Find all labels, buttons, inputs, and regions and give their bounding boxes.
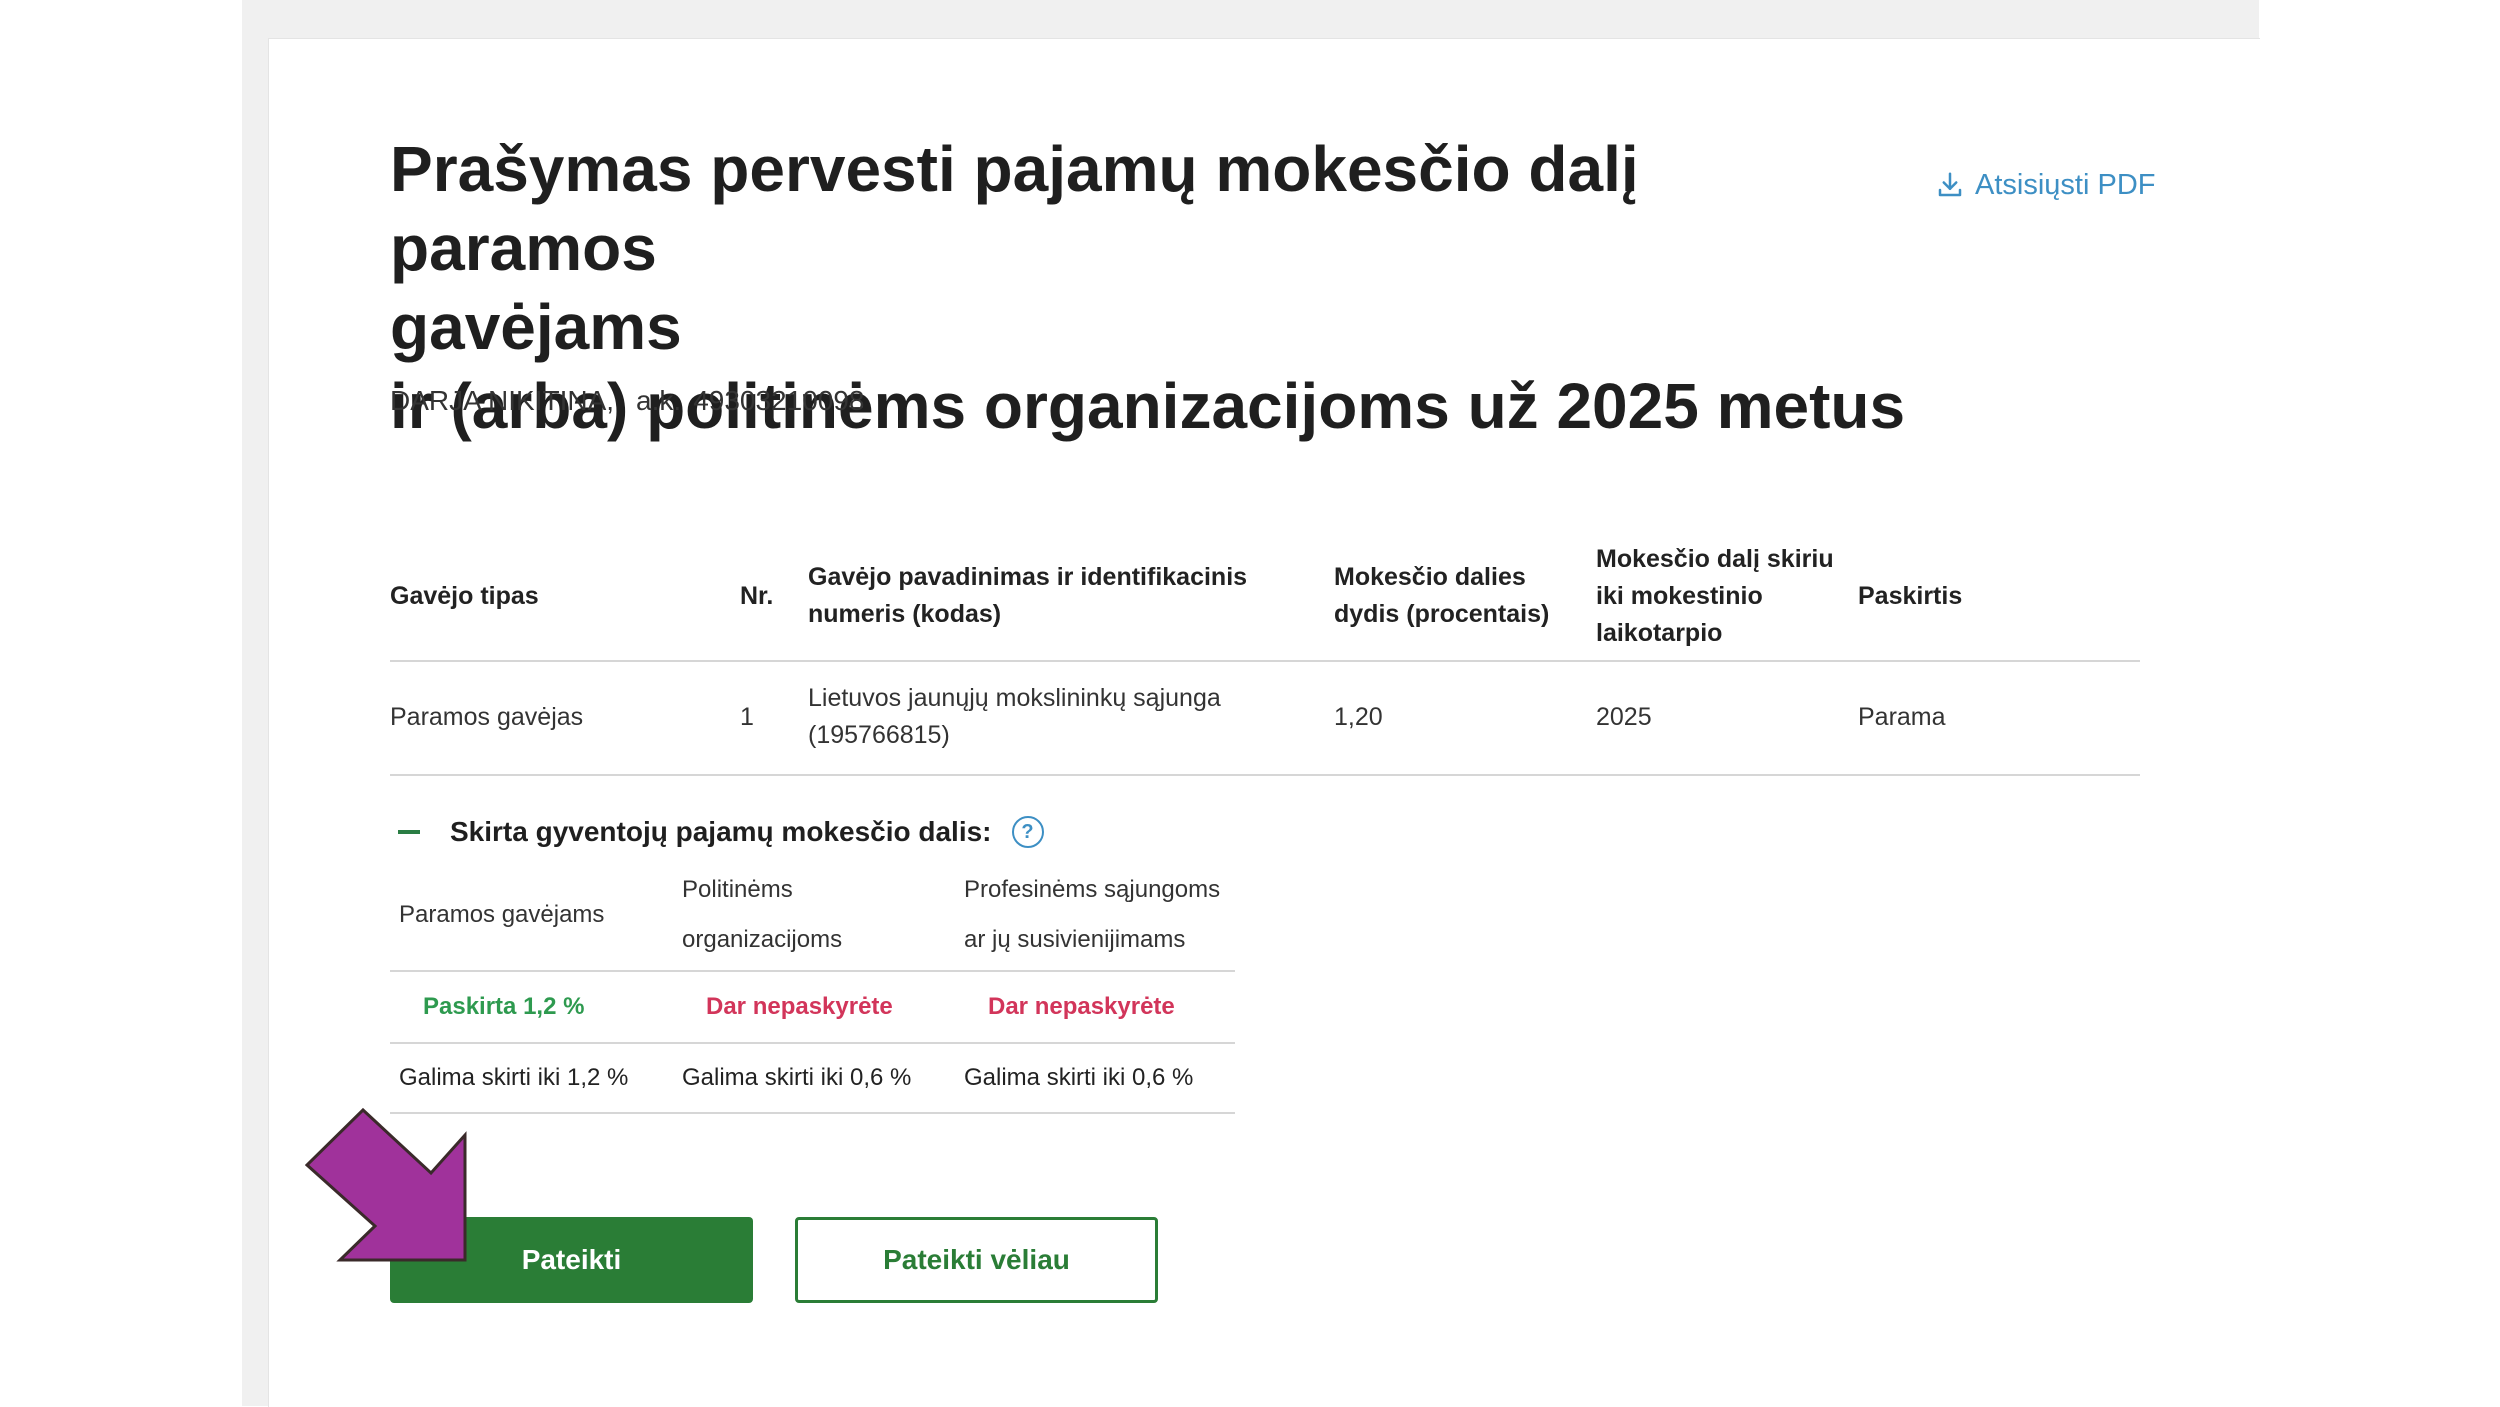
title-line-1: Prašymas pervesti pajamų mokesčio dalį p… [390, 133, 1639, 284]
summary-col-unions: Profesinėms sąjungoms ar jų susivienijim… [964, 876, 1221, 953]
column-header-number: Nr. [740, 581, 774, 610]
summary-col-recipients: Paramos gavėjams [399, 901, 605, 928]
column-header-recipient-name: Gavėjo pavadinimas ir identifikacinis nu… [808, 563, 1248, 628]
cell-recipient-name: Lietuvos jaunųjų mokslininkų sąjunga (19… [808, 684, 1221, 749]
person-name: DARJA NIKITINA, [390, 385, 615, 416]
cell-period: 2025 [1596, 702, 1652, 731]
limit-political: Galima skirti iki 0,6 % [682, 1064, 912, 1091]
limit-recipients: Galima skirti iki 1,2 % [399, 1064, 629, 1091]
cell-recipient-type: Paramos gavėjas [390, 702, 584, 731]
cell-purpose: Parama [1858, 702, 1946, 731]
summary-status-row: Paskirta 1,2 % Dar nepaskyrėte Dar nepas… [390, 972, 1235, 1044]
summary-col-political: Politinėms organizacijoms [682, 876, 843, 953]
status-unions: Dar nepaskyrėte [988, 993, 1175, 1020]
cell-percentage: 1,20 [1334, 702, 1383, 731]
person-code-label: a.k. [636, 385, 682, 416]
annotation-arrow-icon [305, 1107, 467, 1262]
table-header: Gavėjo tipas Nr. Gavėjo pavadinimas ir i… [390, 532, 2140, 662]
person-info: DARJA NIKITINA, a.k. 49303210098 [390, 385, 864, 417]
summary-title: Skirta gyventojų pajamų mokesčio dalis: [450, 816, 992, 847]
cell-number: 1 [740, 702, 754, 731]
summary-header-row: Paramos gavėjams Politinėms organizacijo… [390, 860, 1235, 972]
person-code: 49303210098 [693, 385, 865, 416]
column-header-purpose: Paskirtis [1858, 581, 1963, 610]
submit-later-button[interactable]: Pateikti vėliau [795, 1217, 1158, 1303]
status-recipients: Paskirta 1,2 % [423, 993, 585, 1020]
minus-icon[interactable] [398, 830, 420, 834]
column-header-period: Mokesčio dalį skiriu iki mokestinio laik… [1596, 544, 1834, 647]
status-political: Dar nepaskyrėte [706, 993, 893, 1020]
summary-limit-row: Galima skirti iki 1,2 % Galima skirti ik… [390, 1044, 1235, 1114]
limit-unions: Galima skirti iki 0,6 % [964, 1064, 1194, 1091]
download-pdf-link[interactable]: Atsisiųsti PDF [1935, 165, 2155, 205]
column-header-percentage: Mokesčio dalies dydis (procentais) [1334, 563, 1550, 628]
column-header-recipient-type: Gavėjo tipas [390, 581, 539, 610]
table-row: Paramos gavėjas 1 Lietuvos jaunųjų moksl… [390, 660, 2140, 776]
download-icon [1938, 172, 1962, 197]
download-pdf-label: Atsisiųsti PDF [1975, 168, 2156, 201]
summary-section-header: Skirta gyventojų pajamų mokesčio dalis: … [398, 810, 1044, 854]
question-icon[interactable]: ? [1011, 816, 1044, 848]
title-line-2: gavėjams [390, 291, 682, 363]
